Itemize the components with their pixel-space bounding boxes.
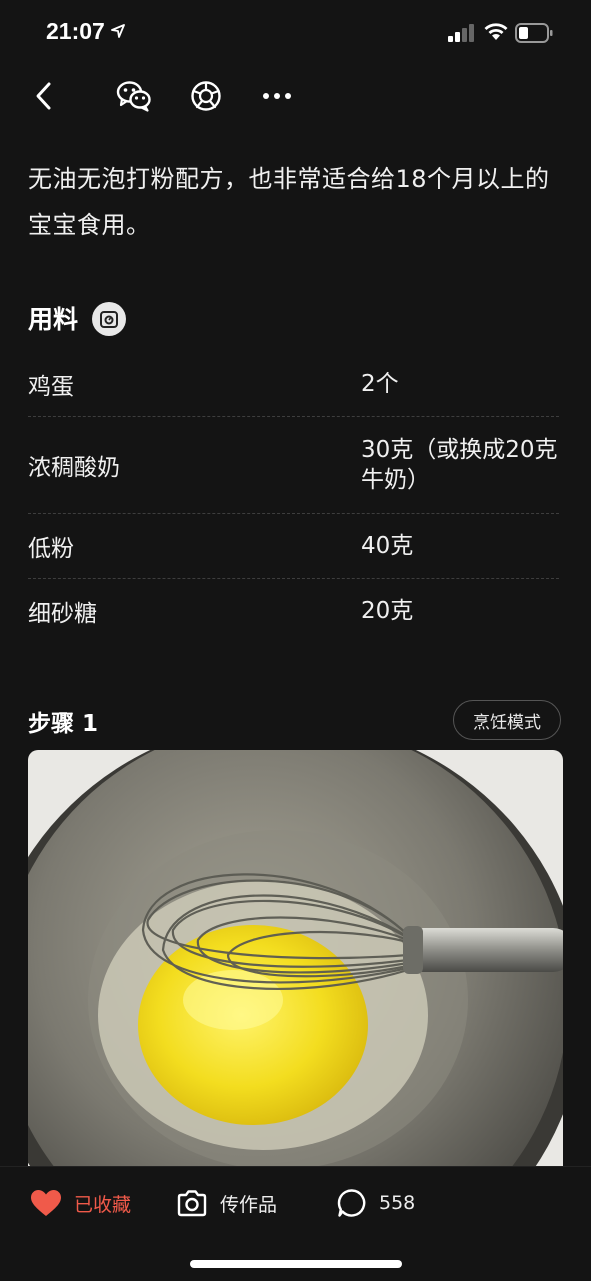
ingredient-amount: 40克 (361, 533, 414, 559)
ingredient-name: 细砂糖 (28, 601, 97, 627)
ingredient-name: 鸡蛋 (28, 374, 74, 400)
comments-button[interactable]: 558 (337, 1185, 415, 1221)
ingredient-amount: 20克 (361, 598, 414, 624)
cellular-signal-icon (448, 24, 474, 42)
home-indicator[interactable] (190, 1260, 402, 1268)
ingredient-row: 鸡蛋 2个 (28, 352, 559, 417)
ingredient-name: 浓稠酸奶 (28, 455, 120, 481)
ingredients-table: 鸡蛋 2个 浓稠酸奶 30克（或换成20克牛奶） 低粉 40克 细砂糖 20克 (28, 352, 559, 643)
upload-work-button[interactable]: 传作品 (176, 1185, 277, 1221)
ingredient-row: 低粉 40克 (28, 514, 559, 579)
location-arrow-icon (111, 24, 125, 38)
chevron-left-icon (36, 82, 51, 110)
comment-count: 558 (379, 1192, 416, 1214)
whisking-eggs-photo (28, 750, 563, 1170)
battery-icon (515, 23, 553, 43)
back-button[interactable] (24, 76, 64, 116)
camera-icon (177, 1190, 207, 1217)
status-bar: 21:07 (0, 0, 591, 66)
ingredient-row: 细砂糖 20克 (28, 579, 559, 643)
ingredients-title: 用料 (28, 305, 79, 334)
recipe-intro: 无油无泡打粉配方，也非常适合给18个月以上的宝宝食用。 (28, 165, 550, 239)
kitchen-scale-button[interactable] (92, 302, 126, 336)
step-title: 步骤 1 (28, 711, 99, 737)
heart-icon (31, 1190, 61, 1216)
ingredient-name: 低粉 (28, 536, 74, 562)
step-image[interactable] (28, 750, 563, 1170)
ingredient-amount: 2个 (361, 371, 399, 397)
favorite-button[interactable]: 已收藏 (30, 1185, 131, 1221)
top-nav (0, 66, 591, 126)
comment-bubble-icon (337, 1189, 366, 1217)
share-moments-button[interactable] (186, 76, 226, 116)
ingredient-amount: 30克（或换成20克牛奶） (361, 437, 558, 493)
wifi-icon (484, 23, 508, 40)
ingredient-row: 浓稠酸奶 30克（或换成20克牛奶） (28, 417, 559, 514)
more-dots-icon (263, 93, 291, 99)
share-wechat-button[interactable] (114, 76, 154, 116)
upload-work-label: 传作品 (220, 1193, 278, 1216)
more-button[interactable] (257, 76, 297, 116)
kitchen-scale-icon (100, 311, 118, 328)
status-time: 21:07 (46, 18, 105, 44)
moments-icon (191, 81, 221, 111)
cooking-mode-button[interactable]: 烹饪模式 (453, 700, 561, 740)
favorite-label: 已收藏 (74, 1193, 132, 1216)
wechat-icon (116, 81, 151, 112)
